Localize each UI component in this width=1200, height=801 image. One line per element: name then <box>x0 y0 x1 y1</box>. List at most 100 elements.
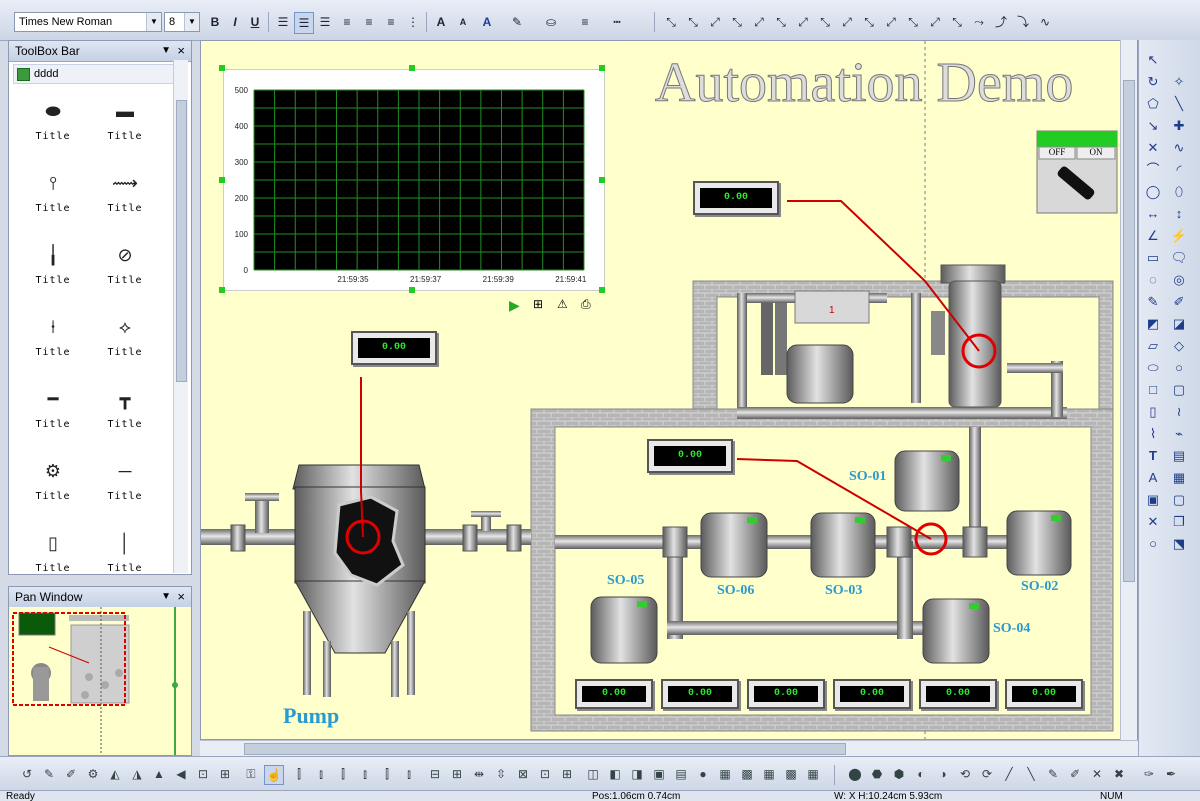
dimension-icon[interactable]: ↔ <box>1143 204 1163 224</box>
callout-icon[interactable]: ◌ <box>1143 270 1163 290</box>
rectangle-icon[interactable]: ▭ <box>1143 248 1163 268</box>
print-icon[interactable]: ⎙ <box>581 297 601 315</box>
pen-icon[interactable]: ✐ <box>1066 765 1084 783</box>
selection-handle[interactable] <box>409 287 415 293</box>
font-size-select[interactable]: 8 ▼ <box>164 12 200 32</box>
text-icon[interactable]: T <box>1143 446 1163 466</box>
scroll-thumb[interactable] <box>1123 80 1135 582</box>
line-icon[interactable]: ╲ <box>1169 94 1189 114</box>
align-icon[interactable]: ⫿ <box>378 765 396 783</box>
connector-icon[interactable]: ⤢ <box>750 12 768 32</box>
italic-button[interactable]: I <box>226 12 244 32</box>
font-icon[interactable]: A <box>1143 468 1163 488</box>
curve-connector-icon[interactable]: ⤳ <box>970 12 988 32</box>
record-icon[interactable]: ● <box>694 765 712 783</box>
align-middle-icon[interactable]: ≡ <box>360 12 378 32</box>
wand-icon[interactable]: ⚡ <box>1169 226 1189 246</box>
selection-handle[interactable] <box>219 65 225 71</box>
shape-icon[interactable]: ◭ <box>106 765 124 783</box>
tool-item[interactable]: ▬ Title <box>95 91 155 161</box>
align-icon[interactable]: ⫾ <box>312 765 330 783</box>
ellipse-icon[interactable]: ⬯ <box>1169 182 1189 202</box>
tool-item[interactable]: │ Title <box>95 523 155 593</box>
align-icon[interactable]: ⫾ <box>356 765 374 783</box>
chevron-down-icon[interactable]: ▼ <box>146 13 161 31</box>
shape-icon[interactable]: ◮ <box>128 765 146 783</box>
size-icon[interactable]: ⊠ <box>514 765 532 783</box>
pen-icon[interactable]: ✒ <box>1162 765 1180 783</box>
tool-item[interactable]: ╽ Title <box>23 235 83 305</box>
bitmap-icon[interactable]: ▦ <box>1169 468 1189 488</box>
size-icon[interactable]: ⇳ <box>492 765 510 783</box>
align-icon[interactable]: ⫾ <box>400 765 418 783</box>
curve-icon[interactable]: ∿ <box>1169 138 1189 158</box>
align-right-icon[interactable]: ☰ <box>316 12 334 32</box>
canvas-vertical-scrollbar[interactable] <box>1120 40 1137 740</box>
shape-icon[interactable]: ⬣ <box>868 765 886 783</box>
canvas-horizontal-scrollbar[interactable] <box>200 740 1138 757</box>
toolbox-scrollbar[interactable] <box>173 60 188 573</box>
align-center-icon[interactable]: ☰ <box>294 12 314 34</box>
shape-icon[interactable]: ◐ <box>912 765 930 783</box>
scroll-thumb[interactable] <box>176 100 187 382</box>
grid-icon[interactable]: ▩ <box>738 765 756 783</box>
font-name-select[interactable]: Times New Roman ▼ <box>14 12 162 32</box>
shrink-font-icon[interactable]: A <box>454 12 472 32</box>
pointer-icon[interactable]: ↖ <box>1143 50 1163 70</box>
tool-item[interactable]: ⊘ Title <box>95 235 155 305</box>
connector-icon[interactable]: ⤢ <box>706 12 724 32</box>
curve-connector-icon[interactable]: ⤵ <box>1014 12 1032 32</box>
pan-preview[interactable] <box>9 607 191 755</box>
layer-icon[interactable]: ◫ <box>584 765 602 783</box>
fill-icon[interactable]: ◩ <box>1143 314 1163 334</box>
connector-icon[interactable]: ⤡ <box>662 12 680 32</box>
curve-connector-icon[interactable]: ⤴ <box>992 12 1010 32</box>
cross-icon[interactable]: ✕ <box>1143 138 1163 158</box>
size-icon[interactable]: ⊞ <box>558 765 576 783</box>
tool-item[interactable]: ▯ Title <box>23 523 83 593</box>
distribute-icon[interactable]: ⊟ <box>426 765 444 783</box>
curve-connector-icon[interactable]: ∿ <box>1036 12 1054 32</box>
grid-icon[interactable]: ▦ <box>804 765 822 783</box>
cross-icon[interactable]: ✖ <box>1110 765 1128 783</box>
square-icon[interactable]: ▯ <box>1143 402 1163 422</box>
shape-icon[interactable]: ◑ <box>934 765 952 783</box>
edit-icon[interactable]: ✎ <box>40 765 58 783</box>
fill-icon[interactable]: ◪ <box>1169 314 1189 334</box>
close-icon[interactable]: ✕ <box>1143 512 1163 532</box>
size-icon[interactable]: ⊡ <box>536 765 554 783</box>
circle-icon[interactable]: ○ <box>1143 534 1163 554</box>
align-icon[interactable]: ⫿ <box>290 765 308 783</box>
polyline-icon[interactable]: ⌇ <box>1143 424 1163 444</box>
grid-icon[interactable]: ⊞ <box>216 765 234 783</box>
callout-icon[interactable]: 🗨 <box>1169 248 1189 268</box>
font-color-icon[interactable]: A <box>478 12 496 32</box>
selection-handle[interactable] <box>599 287 605 293</box>
edit-icon[interactable]: ✐ <box>62 765 80 783</box>
flip-icon[interactable]: ◀ <box>172 765 190 783</box>
distribute-icon[interactable]: ⊞ <box>448 765 466 783</box>
line-icon[interactable]: ╱ <box>1000 765 1018 783</box>
size-icon[interactable]: ⇹ <box>470 765 488 783</box>
shape-icon[interactable]: ◇ <box>1169 336 1189 356</box>
close-icon[interactable]: × <box>177 41 185 61</box>
arrow-icon[interactable]: ↘ <box>1143 116 1163 136</box>
align-icon[interactable]: ⫿ <box>334 765 352 783</box>
layer-icon[interactable]: ▤ <box>672 765 690 783</box>
align-left-icon[interactable]: ☰ <box>274 12 292 32</box>
cross-icon[interactable]: ✕ <box>1088 765 1106 783</box>
pin-icon[interactable]: ▼ <box>161 41 171 61</box>
connector-icon[interactable]: ⤡ <box>948 12 966 32</box>
ellipse-icon[interactable]: ○ <box>1169 358 1189 378</box>
connector-icon[interactable]: ⤢ <box>794 12 812 32</box>
bold-button[interactable]: B <box>206 12 224 32</box>
wave-icon[interactable]: ≀ <box>1169 402 1189 422</box>
tool-item[interactable]: ┳ Title <box>95 379 155 449</box>
connector-icon[interactable]: ⤡ <box>904 12 922 32</box>
pen-icon[interactable]: ✑ <box>1140 765 1158 783</box>
line-width-icon[interactable]: ≡ <box>576 12 594 32</box>
ellipse-icon[interactable]: ⬭ <box>1143 358 1163 378</box>
toolbox-category[interactable]: dddd <box>13 64 187 84</box>
align-top-icon[interactable]: ≡ <box>338 12 356 32</box>
rotate-icon[interactable]: ⟳ <box>978 765 996 783</box>
